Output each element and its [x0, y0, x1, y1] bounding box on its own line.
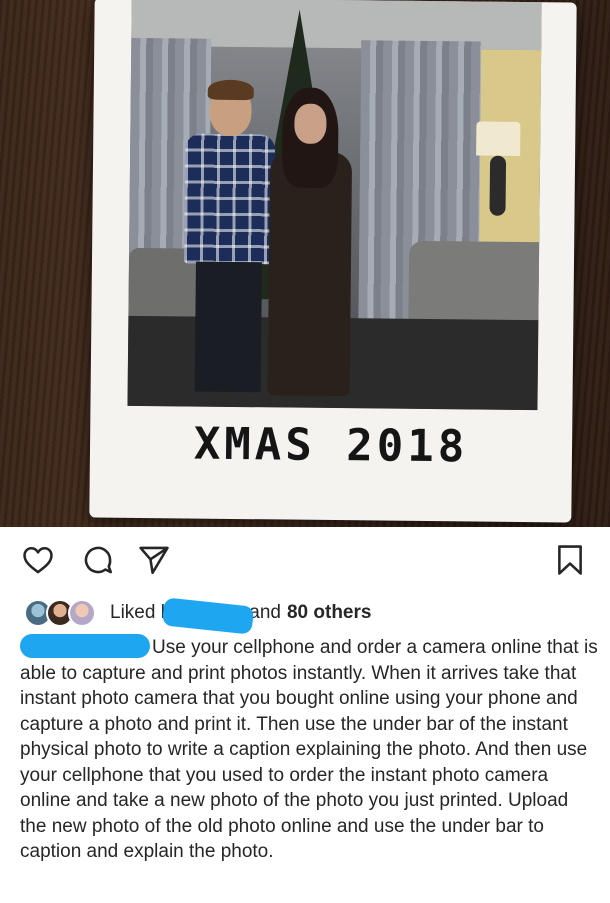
redacted-username [162, 597, 255, 635]
avatar [68, 599, 96, 627]
lamp-base [489, 155, 507, 216]
photo-scene [127, 0, 542, 411]
likes-and-label: and [249, 602, 281, 623]
likes-others-count[interactable]: 80 others [287, 602, 371, 624]
caption-text: Use your cellphone and order a camera on… [20, 637, 598, 862]
lamp-shade [476, 121, 521, 156]
bookmark-icon[interactable] [552, 542, 588, 578]
paper-plane-icon[interactable] [136, 542, 172, 578]
person-man [183, 79, 276, 394]
handwritten-caption: XMAS 2018 [193, 418, 469, 473]
redacted-author-username[interactable] [20, 634, 150, 658]
person-woman [266, 87, 355, 398]
likes-summary[interactable]: Liked b and 80 others [110, 597, 371, 635]
post-action-bar [0, 527, 610, 593]
liker-avatars [24, 598, 96, 628]
post-photo[interactable]: XMAS 2018 [0, 0, 610, 527]
heart-icon[interactable] [20, 542, 56, 578]
instant-photo-print: XMAS 2018 [89, 0, 577, 523]
comment-bubble-icon[interactable] [80, 542, 116, 578]
post-caption: Use your cellphone and order a camera on… [20, 634, 598, 865]
likes-row[interactable]: Liked b and 80 others [24, 596, 604, 635]
